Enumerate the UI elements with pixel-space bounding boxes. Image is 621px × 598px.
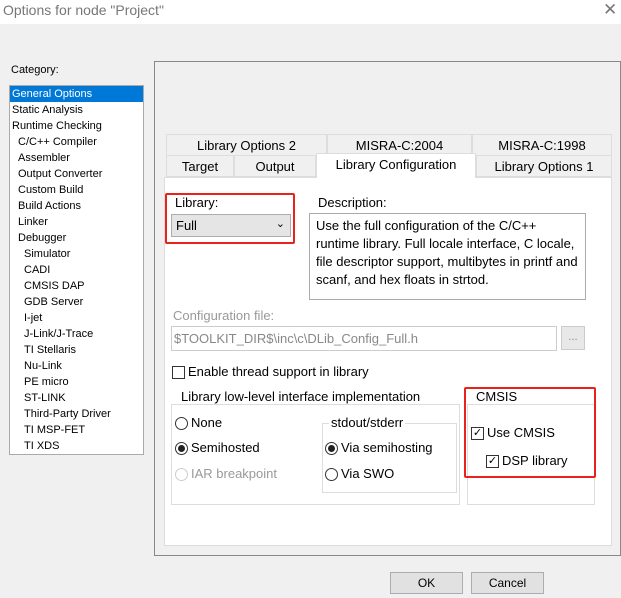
radio-via-semihosting-label: Via semihosting: [341, 440, 433, 455]
description-label: Description:: [318, 195, 387, 210]
browse-button[interactable]: ...: [561, 326, 585, 350]
radio-iar-breakpoint-label: IAR breakpoint: [191, 466, 277, 481]
category-item[interactable]: Runtime Checking: [10, 118, 143, 134]
category-item[interactable]: ST-LINK: [10, 390, 143, 406]
category-item[interactable]: CADI: [10, 262, 143, 278]
category-item[interactable]: I-jet: [10, 310, 143, 326]
radio-via-swo[interactable]: [325, 468, 338, 481]
category-item[interactable]: TI Stellaris: [10, 342, 143, 358]
radio-via-semihosting[interactable]: [325, 442, 338, 455]
radio-iar-breakpoint: [175, 468, 188, 481]
category-item[interactable]: J-Link/J-Trace: [10, 326, 143, 342]
thread-support-label: Enable thread support in library: [188, 364, 369, 379]
category-item[interactable]: Static Analysis: [10, 102, 143, 118]
library-label: Library:: [175, 195, 219, 210]
lowlevel-group-title: Library low-level interface implementati…: [179, 389, 423, 404]
description-text: Use the full configuration of the C/C++ …: [309, 213, 586, 300]
stdout-group: [322, 423, 457, 493]
category-label: Category:: [11, 64, 59, 76]
category-item[interactable]: TI XDS: [10, 438, 143, 454]
stdout-group-title: stdout/stderr: [329, 415, 406, 430]
tab-library-options-2[interactable]: Library Options 2: [166, 134, 327, 156]
close-icon[interactable]: ✕: [603, 0, 617, 20]
category-item[interactable]: PE micro: [10, 374, 143, 390]
highlight-box-cmsis: [464, 387, 596, 478]
category-item[interactable]: GDB Server: [10, 294, 143, 310]
category-item[interactable]: CMSIS DAP: [10, 278, 143, 294]
radio-via-swo-label: Via SWO: [341, 466, 395, 481]
tab-library-configuration[interactable]: Library Configuration: [316, 153, 476, 178]
category-item[interactable]: Build Actions: [10, 198, 143, 214]
radio-none-label: None: [191, 415, 223, 430]
library-value: Full: [176, 218, 197, 233]
thread-support-checkbox[interactable]: [172, 366, 185, 379]
category-list[interactable]: General Options Static Analysis Runtime Ch…: [9, 85, 144, 455]
ok-button[interactable]: OK: [390, 572, 463, 594]
radio-semihosted[interactable]: [175, 442, 188, 455]
category-item[interactable]: Simulator: [10, 246, 143, 262]
category-item[interactable]: TI MSP-FET: [10, 422, 143, 438]
chevron-down-icon: ⌄: [275, 218, 285, 230]
category-item[interactable]: Third-Party Driver: [10, 406, 143, 422]
cancel-button[interactable]: Cancel: [471, 572, 544, 594]
tab-misra-c-1998[interactable]: MISRA-C:1998: [472, 134, 612, 156]
config-file-label: Configuration file:: [173, 308, 275, 323]
category-item[interactable]: Output Converter: [10, 166, 143, 182]
category-item[interactable]: C/C++ Compiler: [10, 134, 143, 150]
category-item[interactable]: Custom Build: [10, 182, 143, 198]
config-file-input[interactable]: $TOOLKIT_DIR$\inc\c\DLib_Config_Full.h: [171, 326, 557, 351]
radio-none[interactable]: [175, 417, 188, 430]
tab-library-options-1[interactable]: Library Options 1: [476, 155, 612, 177]
window-title: Options for node "Project": [3, 2, 164, 18]
category-item[interactable]: Debugger: [10, 230, 143, 246]
library-select[interactable]: Full ⌄: [171, 214, 291, 237]
tab-output[interactable]: Output: [234, 155, 316, 177]
category-item[interactable]: General Options: [10, 86, 143, 102]
category-item[interactable]: Nu-Link: [10, 358, 143, 374]
radio-semihosted-label: Semihosted: [191, 440, 260, 455]
tab-target[interactable]: Target: [166, 155, 234, 177]
category-item[interactable]: Linker: [10, 214, 143, 230]
category-item[interactable]: Assembler: [10, 150, 143, 166]
